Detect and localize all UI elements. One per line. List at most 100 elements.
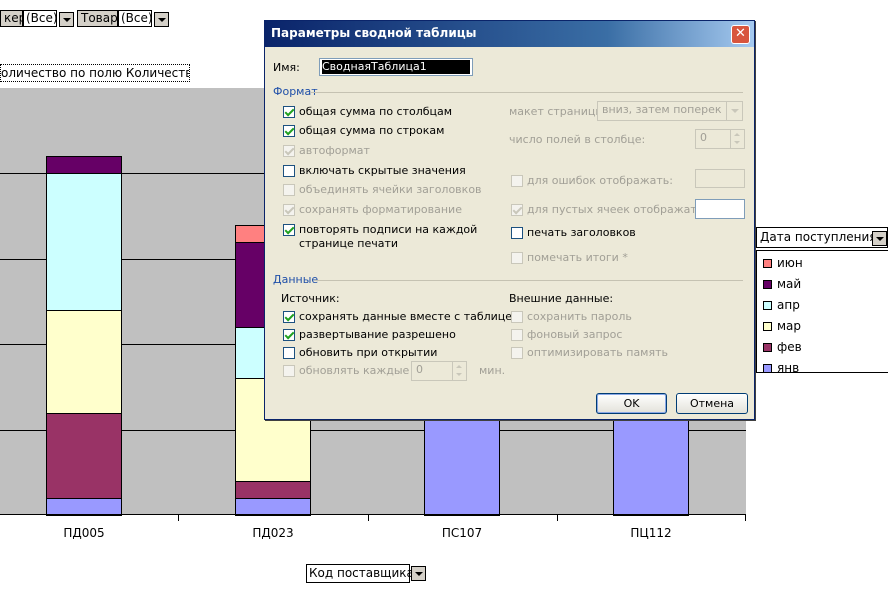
save-data-checkbox[interactable] [283,311,295,323]
legend-field-button[interactable]: Дата поступления [756,227,888,248]
bar-segment-ПД005-мар[interactable] [46,310,122,414]
external-data-label: Внешние данные: [509,292,614,305]
x-label-0: ПД005 [63,526,105,540]
legend-item: май [763,277,801,291]
x-tick [368,515,369,521]
merge-labels-checkbox[interactable] [283,184,295,196]
legend-label: янв [777,361,800,375]
print-titles-checkbox[interactable] [511,227,523,239]
page-field-2-dropdown-icon[interactable] [154,12,169,27]
page-field-2-button[interactable]: Товар [77,10,118,27]
name-input-value: СводнаяТаблица1 [322,60,470,74]
ok-button[interactable]: OK [596,393,667,414]
category-field-dropdown-icon[interactable] [411,566,426,581]
mark-totals-label: помечать итоги * [527,251,628,264]
preserve-format-checkbox[interactable] [283,204,295,216]
cancel-button[interactable]: Отмена [676,393,748,414]
category-field-button[interactable]: Код поставщика [306,564,414,583]
grand-totals-columns-label[interactable]: общая сумма по столбцам [299,105,452,118]
background-query-label: фоновый запрос [527,328,623,341]
page-field-1-value[interactable]: (Все) [23,10,58,27]
save-password-label: сохранить пароль [527,310,632,323]
page-layout-value: вниз, затем поперек [602,103,722,116]
fields-per-column-spinner-icon[interactable] [730,130,744,148]
repeat-labels-checkbox[interactable] [283,224,295,236]
refresh-on-open-label[interactable]: обновить при открытии [299,346,437,359]
print-titles-label[interactable]: печать заголовков [527,226,636,239]
refresh-every-checkbox[interactable] [283,365,295,377]
optimize-memory-checkbox[interactable] [511,347,523,359]
pivot-options-dialog: Параметры сводной таблицы ✕ Имя: Сводная… [264,20,755,420]
dialog-title: Параметры сводной таблицы [271,26,477,40]
error-values-checkbox[interactable] [511,175,523,187]
legend-dropdown-icon[interactable] [872,231,887,246]
background-query-checkbox[interactable] [511,329,523,341]
refresh-on-open-checkbox[interactable] [283,347,295,359]
optimize-memory-label: оптимизировать память [527,346,668,359]
grand-totals-columns-checkbox[interactable] [283,106,295,118]
x-axis-line [0,514,746,515]
page-layout-select[interactable]: вниз, затем поперек [597,101,743,121]
legend-label: мар [777,319,802,333]
bar-segment-ПД005-фев[interactable] [46,412,122,499]
data-field-button[interactable]: оличество по полю Количество [0,64,190,82]
x-label-2: ПС107 [441,526,483,540]
x-label-3: ПЦ112 [630,526,672,540]
page-layout-label: макет страницы: [509,105,608,118]
format-separator [311,92,743,93]
page-layout-dropdown-icon[interactable] [726,102,742,120]
enable-drilldown-label[interactable]: развертывание разрешено [299,328,456,341]
autoformat-checkbox[interactable] [283,145,295,157]
legend-label: апр [777,298,800,312]
legend-swatch [763,343,772,352]
refresh-interval-spinner-icon[interactable] [452,362,466,380]
x-tick [745,515,746,521]
error-values-label: для ошибок отображать: [527,174,673,187]
fields-per-column-label: число полей в столбце: [509,133,646,146]
legend-swatch [763,301,772,310]
save-password-checkbox[interactable] [511,311,523,323]
save-data-label[interactable]: сохранять данные вместе с таблицей [299,310,519,323]
legend-swatch [763,322,772,331]
legend-label: фев [777,340,802,354]
repeat-labels-label-line1[interactable]: повторять подписи на каждой [299,223,477,236]
mark-totals-checkbox[interactable] [511,252,523,264]
empty-cells-checkbox[interactable] [511,204,523,216]
legend-item: фев [763,340,802,354]
x-label-1: ПД023 [252,526,294,540]
refresh-every-label: обновлять каждые [299,364,410,377]
page-field-1-dropdown-icon[interactable] [59,12,74,27]
name-label: Имя: [273,61,300,74]
name-input[interactable]: СводнаяТаблица1 [319,58,473,76]
legend-swatch [763,280,772,289]
legend-item: янв [763,361,799,375]
bar-segment-ПД023-фев[interactable] [235,480,311,499]
legend-item: апр [763,298,800,312]
enable-drilldown-checkbox[interactable] [283,329,295,341]
legend: июн май апр мар фев янв [756,250,888,375]
source-label: Источник: [281,292,340,305]
data-section-title: Данные [273,273,319,286]
legend-item: июн [763,256,803,270]
legend-swatch [763,364,772,373]
error-values-input[interactable] [695,169,745,188]
x-tick [557,515,558,521]
empty-cells-input[interactable] [695,199,745,219]
autoformat-label: автоформат [299,144,370,157]
legend-item: мар [763,319,801,333]
page-field-2-value[interactable]: (Все) [118,10,153,27]
repeat-labels-label-line2[interactable]: странице печати [299,237,398,250]
dialog-titlebar[interactable]: Параметры сводной таблицы ✕ [265,21,754,47]
bar-segment-ПД005-апр[interactable] [46,173,122,312]
merge-labels-label: объединять ячейки заголовков [299,183,482,196]
close-icon[interactable]: ✕ [731,25,750,44]
legend-title: Дата поступления [760,230,877,244]
include-hidden-label[interactable]: включать скрытые значения [299,164,466,177]
grand-totals-rows-checkbox[interactable] [283,125,295,137]
page-field-1-button[interactable]: кер [0,10,26,27]
legend-swatch [763,259,772,268]
include-hidden-checkbox[interactable] [283,165,295,177]
grand-totals-rows-label[interactable]: общая сумма по строкам [299,124,444,137]
data-separator [315,280,743,281]
bar-segment-ПД005-май[interactable] [46,156,122,175]
